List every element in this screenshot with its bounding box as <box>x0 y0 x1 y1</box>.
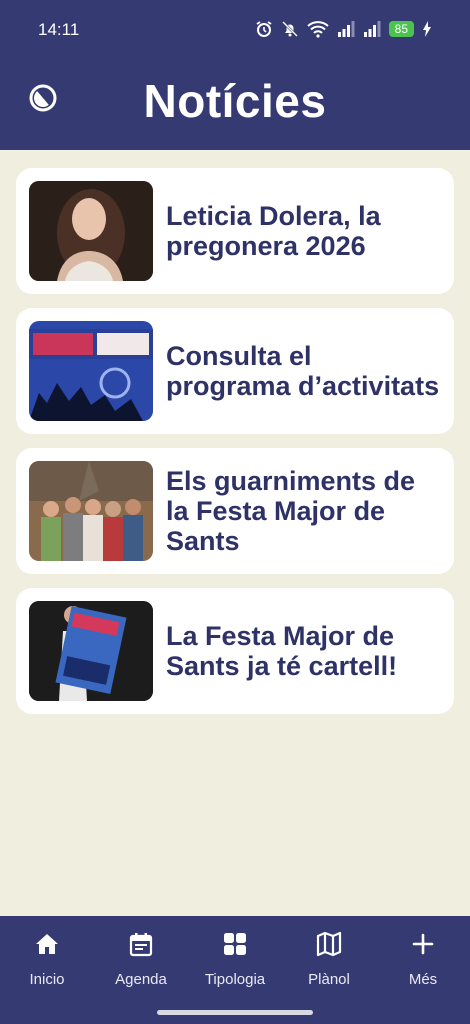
nav-item-inicio[interactable]: Inicio <box>0 916 94 1002</box>
page-title: Notícies <box>143 75 327 127</box>
bottom-navigation: Inicio Agenda Tipologia Plànol Més <box>0 916 470 1024</box>
signal-icon <box>337 21 355 37</box>
nav-item-agenda[interactable]: Agenda <box>94 916 188 1002</box>
nav-label: Plànol <box>308 971 350 988</box>
home-icon <box>34 931 60 957</box>
news-card[interactable]: La Festa Major de Sants ja té cartell! <box>16 588 454 714</box>
alarm-icon <box>255 20 273 38</box>
news-list: Leticia Dolera, la pregonera 2026 Consul… <box>16 168 454 728</box>
nav-label: Tipologia <box>204 971 266 988</box>
news-card[interactable]: Leticia Dolera, la pregonera 2026 <box>16 168 454 294</box>
map-icon <box>316 931 342 957</box>
battery-level: 85 <box>388 21 414 37</box>
news-thumbnail <box>29 321 153 421</box>
nav-item-tipologia[interactable]: Tipologia <box>188 916 282 1002</box>
status-bar: 14:11 85 <box>0 0 470 60</box>
wifi-icon <box>306 20 329 38</box>
grid-icon <box>222 931 248 957</box>
home-indicator[interactable] <box>157 1010 313 1015</box>
news-card[interactable]: Consulta el programa d’activitats <box>16 308 454 434</box>
nav-item-planol[interactable]: Plànol <box>282 916 376 1002</box>
news-thumbnail <box>29 601 153 701</box>
news-title: Leticia Dolera, la pregonera 2026 <box>166 201 381 261</box>
nav-label: Inicio <box>29 971 65 988</box>
news-title: La Festa Major de Sants ja té cartell! <box>166 621 398 681</box>
status-icons: 85 <box>255 20 432 38</box>
news-thumbnail <box>29 181 153 281</box>
news-title: Els guarniments de la Festa Major de San… <box>166 466 416 556</box>
plus-icon <box>410 931 436 957</box>
news-card[interactable]: Els guarniments de la Festa Major de San… <box>16 448 454 574</box>
nav-label: Agenda <box>115 971 167 988</box>
nav-label: Més <box>408 971 438 988</box>
news-title: Consulta el programa d’activitats <box>166 341 440 401</box>
app-header: 14:11 85 Notícies <box>0 0 470 150</box>
status-time: 14:11 <box>38 20 80 39</box>
nav-item-mes[interactable]: Més <box>376 916 470 1002</box>
charging-icon <box>422 21 432 37</box>
news-thumbnail <box>29 461 153 561</box>
calendar-icon <box>128 931 154 957</box>
bell-off-icon <box>281 20 299 38</box>
signal-icon <box>363 21 381 37</box>
